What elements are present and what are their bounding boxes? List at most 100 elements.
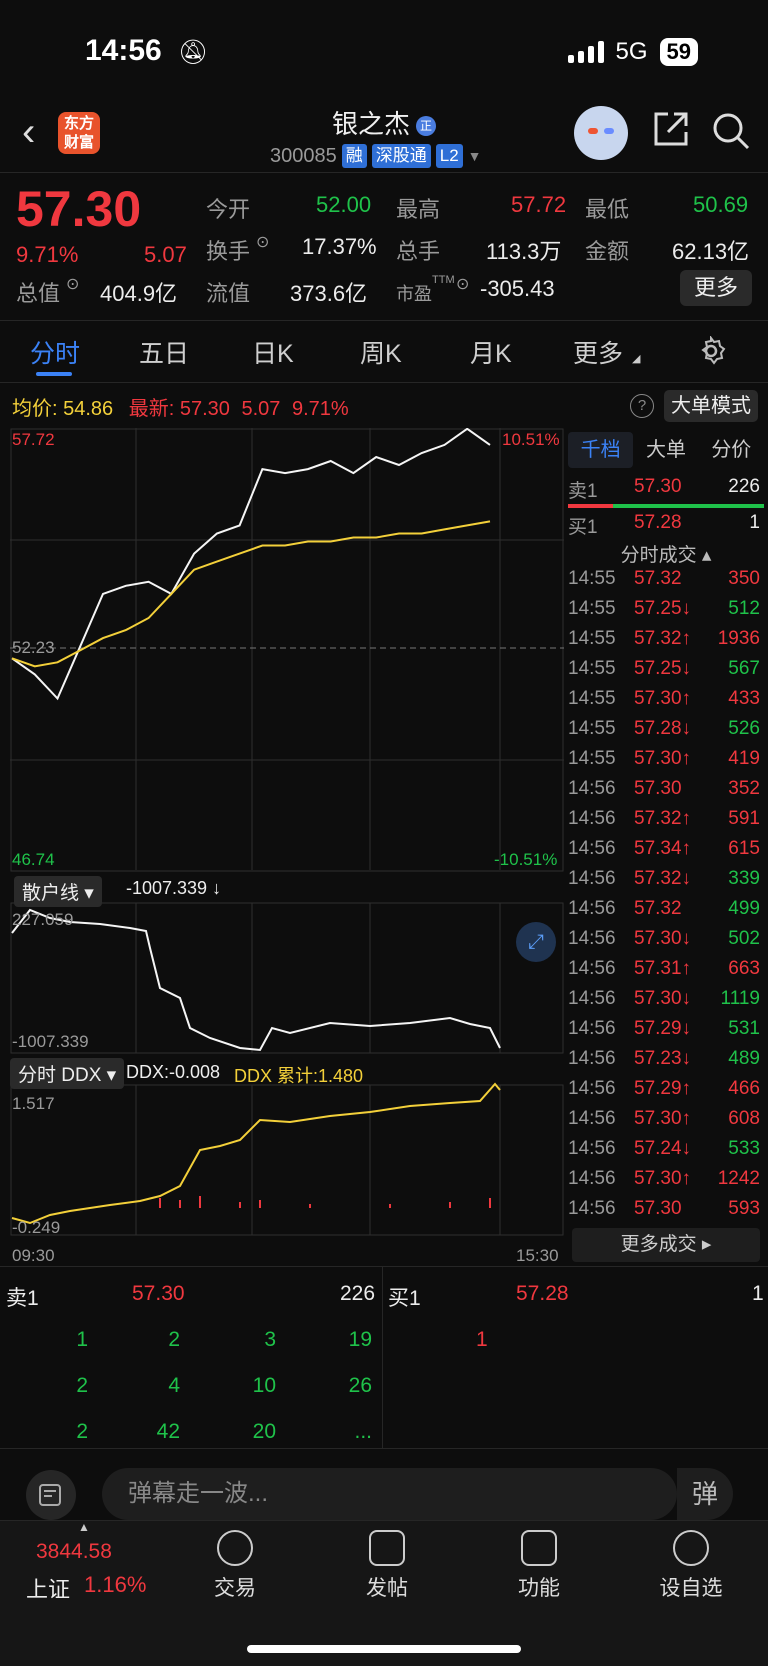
trade-icon <box>217 1530 253 1566</box>
tab-monthly-k[interactable]: 月K <box>470 334 512 370</box>
avg-label: 均价: <box>12 398 58 420</box>
tab-weekly-k[interactable]: 周K <box>360 334 402 370</box>
tab-depth[interactable]: 千档 <box>568 432 634 468</box>
book-buy-vol: 1 <box>752 1282 764 1305</box>
index-name[interactable]: 上证 <box>26 1572 70 1604</box>
queue-cell: 10 <box>252 1374 276 1397</box>
avg-price-line <box>11 520 491 668</box>
info-icon[interactable]: ⊙ <box>256 232 269 252</box>
tab-underline <box>36 372 72 376</box>
ddx-bars <box>159 1196 491 1208</box>
more-icon <box>673 1530 709 1566</box>
retail-top-label: 227.059 <box>12 910 74 929</box>
caret-icon: ◢ <box>632 353 641 365</box>
tick-row: 14:55 57.25↓ 512 <box>568 598 760 619</box>
ticks-title[interactable]: 分时成交 ▴ <box>568 540 764 567</box>
battery-icon: 59 <box>659 38 698 66</box>
turnover-label: 换手 <box>206 239 251 264</box>
tick-row: 14:55 57.28↓ 526 <box>568 718 760 739</box>
price-mid-label: 52.23 <box>12 638 55 657</box>
danmu-send-button[interactable]: 弹 <box>677 1468 733 1520</box>
tag-margin[interactable]: 融 <box>341 144 367 168</box>
stock-name: 银之杰 <box>331 109 410 139</box>
settings-gear-icon[interactable] <box>696 335 726 371</box>
robot-assistant-icon[interactable] <box>574 106 628 160</box>
info-icon[interactable]: ⊙ <box>456 274 469 294</box>
tab-more[interactable]: 更多 <box>573 334 623 370</box>
tick-row: 14:56 57.32↑ 591 <box>568 808 760 829</box>
queue-cell: 2 <box>76 1374 88 1397</box>
retail-line <box>11 908 501 1052</box>
pct-low-label: -10.51% <box>494 850 558 869</box>
chevron-down-icon[interactable]: ▼ <box>468 148 482 164</box>
latest-pct: 9.71% <box>292 398 349 420</box>
help-icon[interactable]: ? <box>630 394 654 418</box>
danmu-input[interactable]: 弹幕走一波... <box>102 1468 677 1520</box>
price-line <box>11 428 491 701</box>
tick-row: 14:55 57.30↑ 433 <box>568 688 760 709</box>
low-value: 50.69 <box>693 192 749 217</box>
danmu-toggle-icon[interactable] <box>26 1470 76 1520</box>
tick-row: 14:56 57.32↓ 339 <box>568 868 760 889</box>
big-order-mode-button[interactable]: 大单模式 <box>664 390 758 422</box>
last-price: 57.30 <box>16 181 142 237</box>
queue-cell: 19 <box>348 1328 372 1351</box>
mute-icon: 🔕︎ <box>178 39 209 66</box>
book-sell-label: 卖1 <box>6 1287 39 1310</box>
tick-row: 14:56 57.29↑ 466 <box>568 1078 760 1099</box>
expand-icon[interactable]: ⤢ <box>516 922 556 962</box>
price-high-label: 57.72 <box>12 430 55 449</box>
more-quote-button[interactable]: 更多 <box>680 270 752 306</box>
queue-cell: 4 <box>168 1374 180 1397</box>
nav-trade[interactable]: 交易 <box>180 1530 290 1602</box>
retail-indicator-select[interactable]: 散户线 ▾ <box>14 876 102 907</box>
intraday-chart[interactable] <box>10 428 564 1248</box>
tab-big-orders[interactable]: 大单 <box>633 432 698 468</box>
intraday-infoline: 均价: 54.86 最新: 57.30 5.07 9.71% <box>12 392 349 421</box>
sell1-row: 卖1 57.30 226 <box>568 476 760 502</box>
pe-sup: TTM <box>432 274 455 286</box>
low-label: 最低 <box>585 197 630 222</box>
amount-label: 金额 <box>585 239 630 264</box>
amount-value: 62.13亿 <box>672 239 750 264</box>
ddx-top-label: 1.517 <box>12 1094 55 1113</box>
mktcap-label: 总值 <box>16 281 61 306</box>
tab-daily-k[interactable]: 日K <box>252 334 294 370</box>
tab-intraday[interactable]: 分时 <box>30 334 80 370</box>
tag-connect[interactable]: 深股通 <box>371 144 431 168</box>
pe-label: 市盈 <box>396 284 432 304</box>
stock-subline: 300085 融 深股通 L2 ▼ <box>270 144 482 168</box>
nav-add-watchlist[interactable]: 设自选 <box>636 1530 746 1602</box>
tick-row: 14:55 57.32 350 <box>568 568 760 589</box>
search-icon[interactable] <box>712 112 750 159</box>
name-badge: 正 <box>416 116 436 137</box>
stock-code: 300085 <box>270 144 337 167</box>
tab-price-dist[interactable]: 分价 <box>699 432 764 468</box>
tick-row: 14:55 57.30↑ 419 <box>568 748 760 769</box>
volume-value: 113.3万 <box>486 239 562 264</box>
retail-bottom-label: -1007.339 <box>12 1032 89 1051</box>
time-end-label: 15:30 <box>516 1246 559 1265</box>
price-low-label: 46.74 <box>12 850 55 869</box>
nav-functions[interactable]: 功能 <box>484 1530 594 1602</box>
latest-change: 5.07 <box>241 398 281 420</box>
latest-value: 57.30 <box>179 398 230 420</box>
tab-five-day[interactable]: 五日 <box>139 334 189 370</box>
index-value[interactable]: 3844.58 <box>36 1540 112 1564</box>
tick-row: 14:56 57.32 499 <box>568 898 760 919</box>
pe-value: -305.43 <box>480 276 555 301</box>
tag-l2[interactable]: L2 <box>435 144 463 168</box>
info-icon[interactable]: ⊙ <box>66 274 79 294</box>
index-pct[interactable]: 1.16% <box>84 1572 146 1598</box>
time-start-label: 09:30 <box>12 1246 55 1265</box>
change-pct: 9.71% <box>16 242 79 267</box>
queue-cell: 3 <box>264 1328 276 1351</box>
more-ticks-button[interactable]: 更多成交 ▸ <box>572 1228 760 1262</box>
mktcap-value: 404.9亿 <box>100 281 178 306</box>
right-panel-tabs: 千档 大单 分价 <box>568 432 764 468</box>
tick-row: 14:56 57.30↓ 1119 <box>568 988 760 1009</box>
share-icon[interactable] <box>652 110 690 157</box>
nav-post[interactable]: 发帖 <box>332 1530 442 1602</box>
ddx-indicator-select[interactable]: 分时 DDX ▾ <box>10 1058 125 1089</box>
queue-cell: 2 <box>168 1328 180 1351</box>
